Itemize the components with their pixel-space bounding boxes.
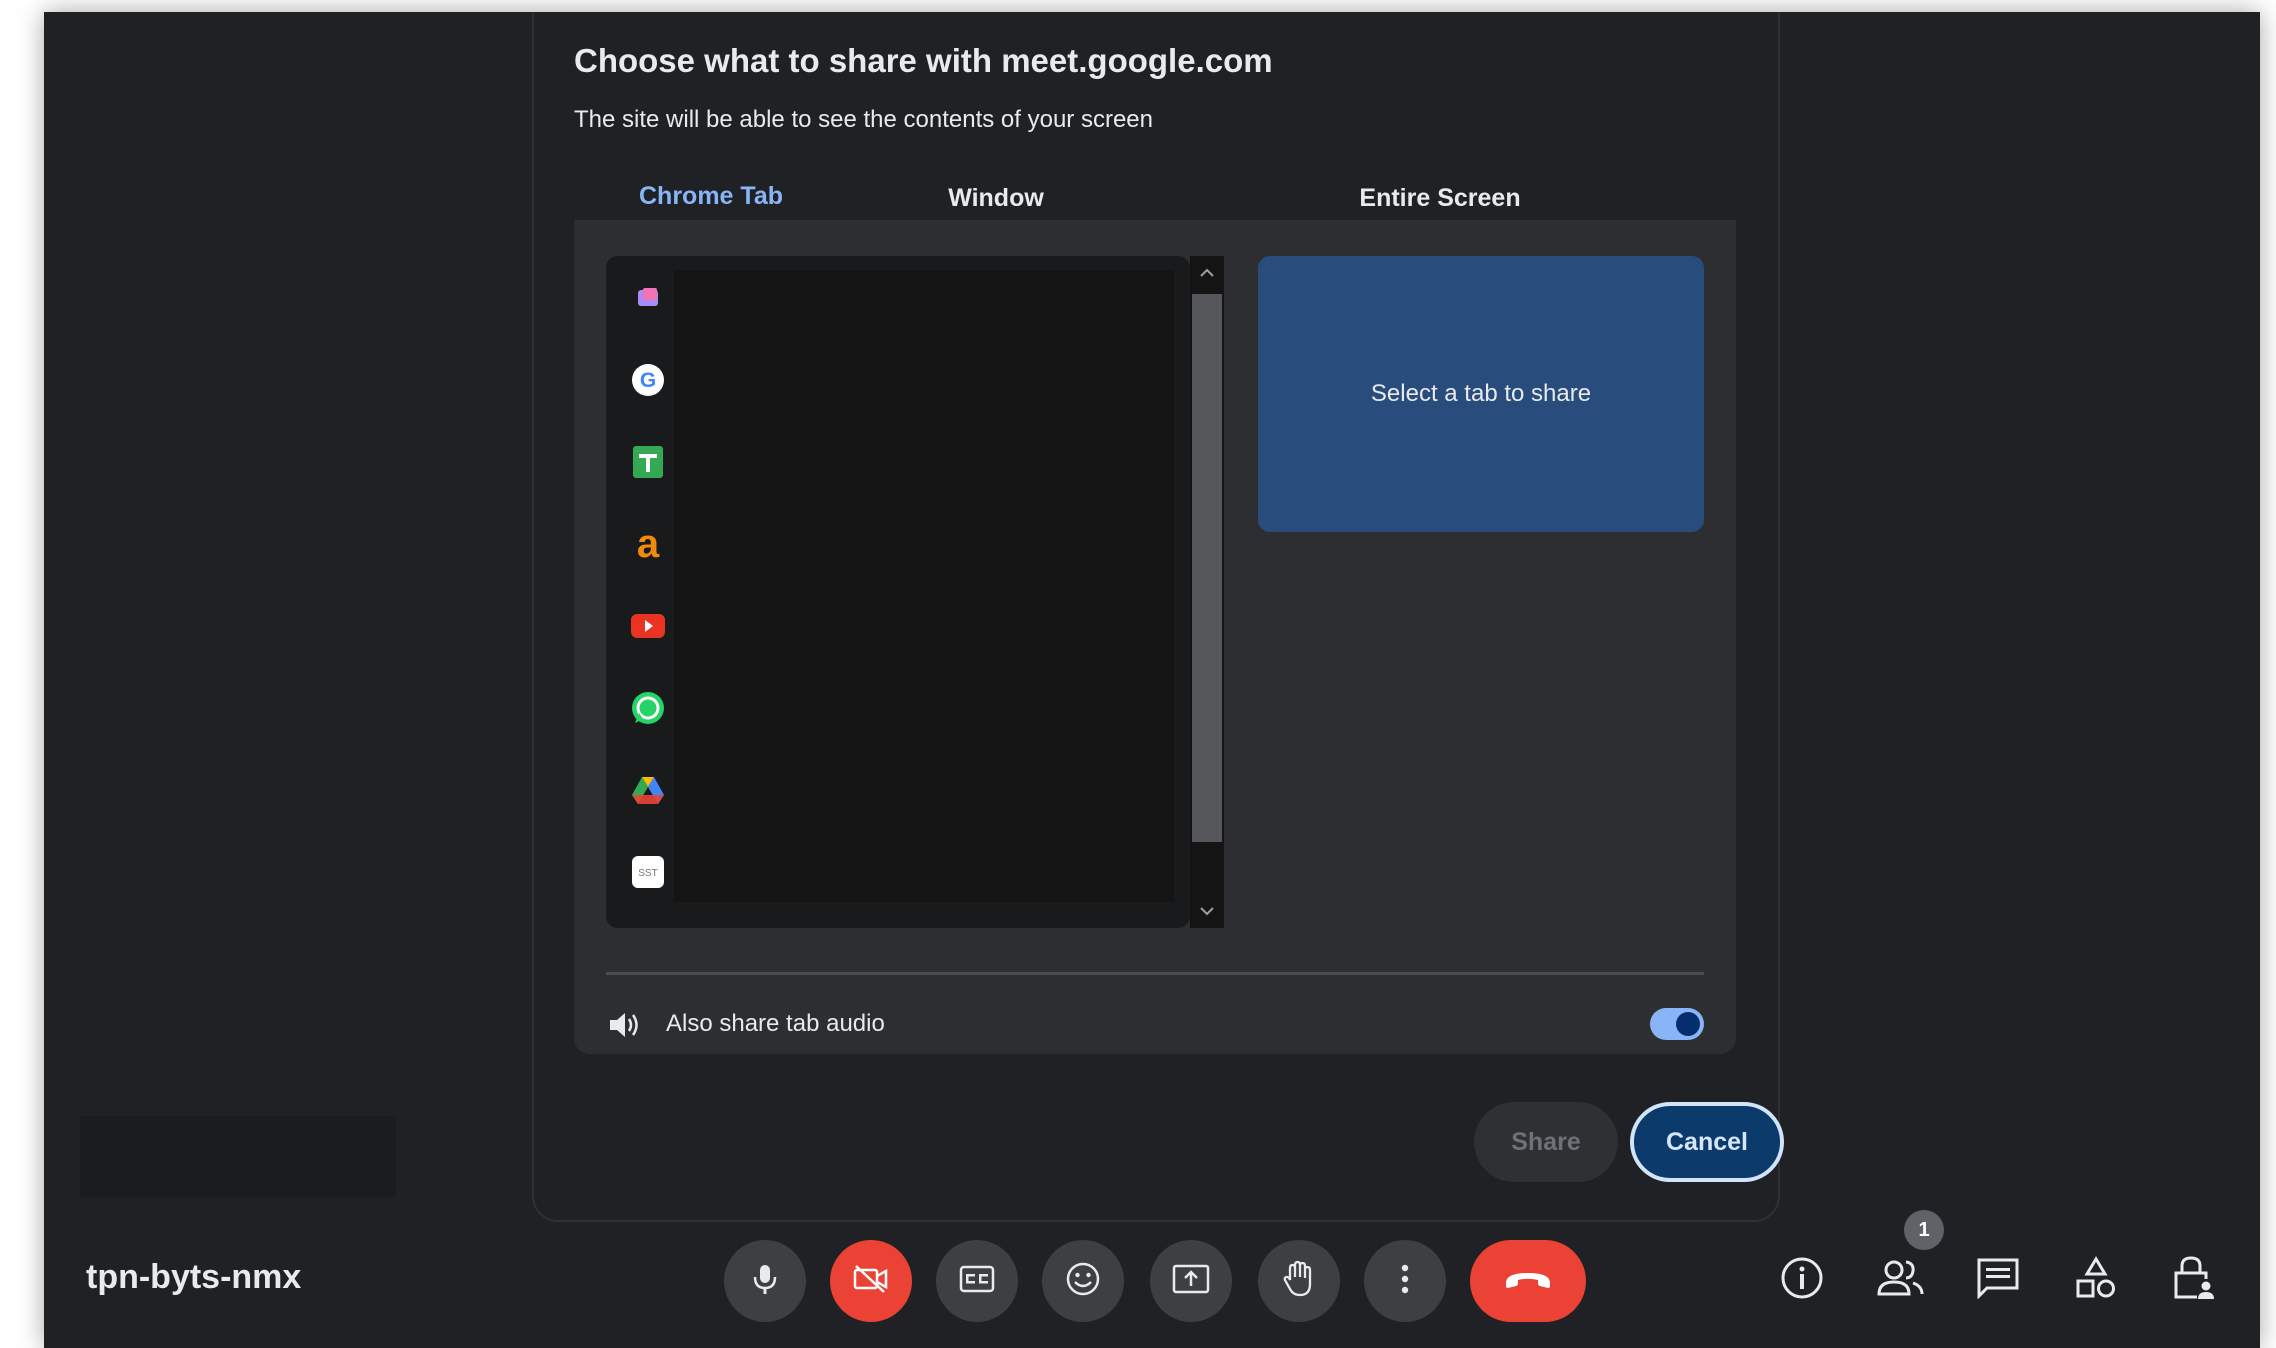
camera-off-icon [852,1264,890,1299]
sst-icon-label: SST [638,868,657,879]
tab-list-content [674,270,1174,902]
audio-divider [606,972,1704,975]
scroll-up-icon[interactable] [1190,256,1224,290]
activities-button[interactable] [2060,1244,2132,1316]
amazon-icon[interactable]: a [630,525,666,563]
sheets-icon[interactable] [630,444,666,480]
tab-list[interactable]: G a SST [606,256,1190,928]
google-icon[interactable]: G [630,362,666,398]
tab-preview: Select a tab to share [1258,256,1704,532]
hand-icon [1282,1260,1316,1303]
chat-button[interactable] [1962,1244,2034,1316]
captions-icon [959,1265,995,1298]
activities-shapes-icon [2074,1255,2118,1305]
photos-icon[interactable] [630,280,666,316]
more-options-button[interactable] [1364,1240,1446,1322]
svg-text:a: a [637,525,660,563]
emoji-button[interactable] [1042,1240,1124,1322]
microphone-icon [750,1262,780,1301]
scroll-thumb[interactable] [1192,294,1222,842]
raise-hand-button[interactable] [1258,1240,1340,1322]
share-dialog: Choose what to share with meet.google.co… [532,12,1784,1222]
sst-icon[interactable]: SST [630,854,666,890]
host-controls-button[interactable] [2158,1244,2230,1316]
present-button[interactable] [1150,1240,1232,1322]
info-icon [1780,1256,1824,1305]
svg-text:G: G [640,369,656,392]
chat-icon [1976,1257,2020,1304]
audio-label: Also share tab audio [666,1010,885,1037]
dialog-title: Choose what to share with meet.google.co… [574,42,1273,79]
leave-call-button[interactable] [1470,1240,1586,1322]
preview-text: Select a tab to share [1370,380,1592,407]
lock-person-icon [2172,1255,2216,1306]
meet-window: Choose what to share with meet.google.co… [44,12,2260,1348]
youtube-icon[interactable] [630,608,666,644]
present-screen-icon [1172,1264,1210,1299]
people-icon [1875,1258,1925,1303]
microphone-button[interactable] [724,1240,806,1322]
people-button[interactable] [1864,1244,1936,1316]
captions-button[interactable] [936,1240,1018,1322]
meeting-details-button[interactable] [1766,1244,1838,1316]
camera-button[interactable] [830,1240,912,1322]
share-button[interactable]: Share [1474,1102,1618,1182]
end-call-icon [1502,1267,1554,1296]
cancel-button[interactable]: Cancel [1630,1102,1784,1182]
emoji-icon [1065,1261,1101,1302]
scroll-down-icon[interactable] [1190,894,1224,928]
meeting-code: tpn-byts-nmx [86,1258,302,1296]
speaker-icon [608,1010,642,1045]
audio-row: Also share tab audio [606,1000,1704,1050]
toggle-knob [1676,1012,1700,1036]
share-audio-toggle[interactable] [1650,1008,1704,1040]
self-view-tile [80,1116,396,1198]
tab-list-scrollbar[interactable] [1190,256,1224,928]
more-vert-icon [1400,1263,1410,1300]
drive-icon[interactable] [630,772,666,808]
share-panel: G a SST Select a tab to share Also share… [574,220,1736,1054]
whatsapp-icon[interactable] [630,690,666,726]
dialog-subtitle: The site will be able to see the content… [574,106,1153,133]
